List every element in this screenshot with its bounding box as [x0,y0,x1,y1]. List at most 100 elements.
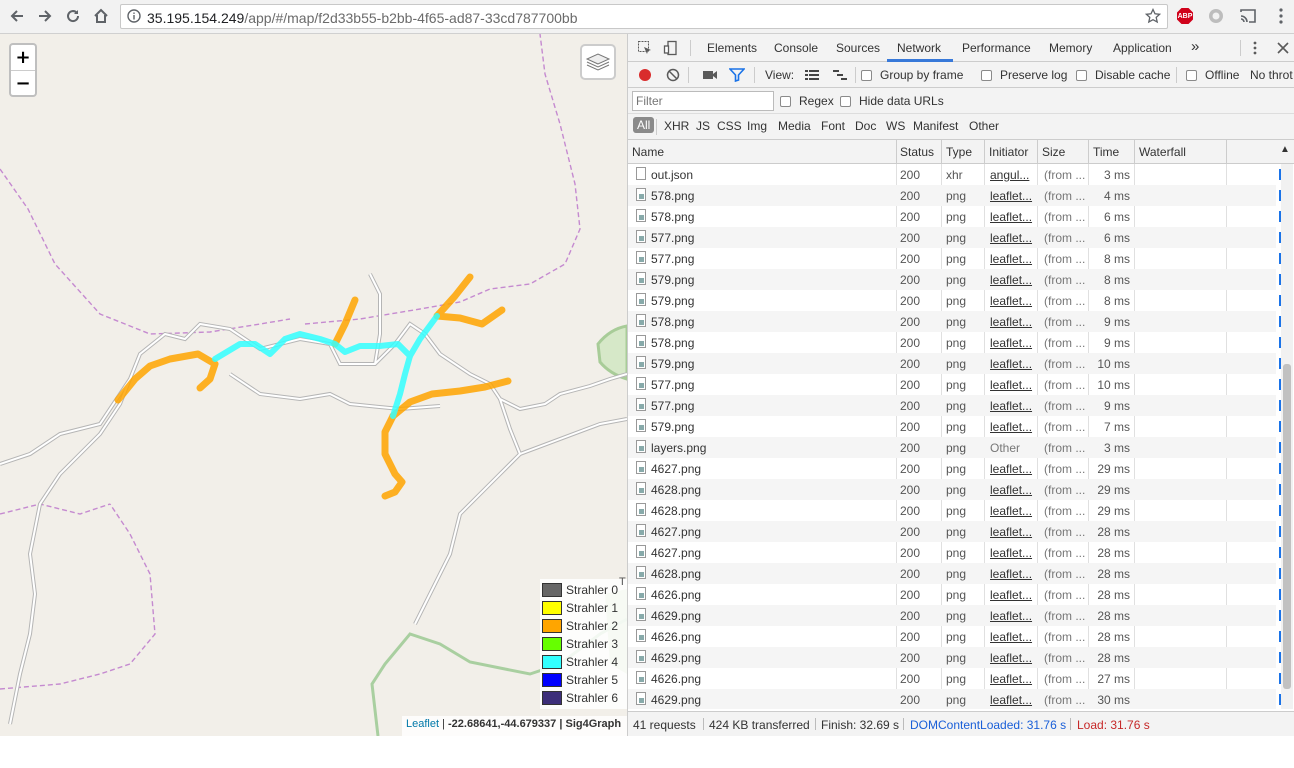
disable-cache-toggle[interactable]: Disable cache [1076,68,1170,82]
tab-performance[interactable]: Performance [962,41,1031,55]
request-row[interactable]: 4629.png 200 png leaflet... (from ... 28 ms [628,605,1281,626]
type-filter-ws[interactable]: WS [886,119,905,133]
request-initiator[interactable]: leaflet... [990,294,1036,308]
column-header-initiator[interactable]: Initiator [989,145,1028,159]
checkbox[interactable] [840,95,851,107]
request-initiator[interactable]: leaflet... [990,672,1036,686]
request-initiator[interactable]: leaflet... [990,462,1036,476]
offline-toggle[interactable]: Offline [1186,68,1239,82]
request-initiator[interactable]: leaflet... [990,336,1036,350]
request-initiator[interactable]: leaflet... [990,210,1036,224]
request-initiator[interactable]: leaflet... [990,609,1036,623]
large-rows-button[interactable] [803,66,821,84]
info-icon[interactable] [127,9,141,26]
request-initiator[interactable]: leaflet... [990,189,1036,203]
request-initiator[interactable]: leaflet... [990,525,1036,539]
request-name[interactable]: 579.png [651,420,891,434]
request-row[interactable]: 4627.png 200 png leaflet... (from ... 28 ms [628,542,1281,563]
bookmark-star-icon[interactable] [1144,7,1162,27]
zoom-in-button[interactable]: + [11,45,35,70]
type-filter-manifest[interactable]: Manifest [913,119,958,133]
column-header-waterfall[interactable]: Waterfall [1139,145,1186,159]
request-name[interactable]: 4629.png [651,609,891,623]
sort-ascending-icon[interactable]: ▲ [1280,144,1290,155]
request-row[interactable]: 4626.png 200 png leaflet... (from ... 28 ms [628,626,1281,647]
request-row[interactable]: 4626.png 200 png leaflet... (from ... 28 ms [628,584,1281,605]
type-filter-xhr[interactable]: XHR [664,119,689,133]
preserve-log-toggle[interactable]: Preserve log [981,68,1067,82]
reload-button[interactable] [62,5,84,27]
request-name[interactable]: 4626.png [651,630,891,644]
request-row[interactable]: 578.png 200 png leaflet... (from ... 9 ms [628,332,1281,353]
type-filter-doc[interactable]: Doc [855,119,876,133]
request-initiator[interactable]: leaflet... [990,504,1036,518]
request-row[interactable]: 577.png 200 png leaflet... (from ... 10 ms [628,374,1281,395]
request-name[interactable]: 4628.png [651,483,891,497]
request-row[interactable]: 4628.png 200 png leaflet... (from ... 29 ms [628,479,1281,500]
request-row[interactable]: 579.png 200 png leaflet... (from ... 8 ms [628,269,1281,290]
request-name[interactable]: 4627.png [651,546,891,560]
request-name[interactable]: 579.png [651,273,891,287]
request-row[interactable]: layers.png 200 png Other (from ... 3 ms [628,437,1281,458]
request-name[interactable]: 578.png [651,336,891,350]
request-initiator[interactable]: leaflet... [990,399,1036,413]
zoom-out-button[interactable]: − [11,70,35,95]
request-row[interactable]: 4629.png 200 png leaflet... (from ... 30 ms [628,689,1281,709]
request-row[interactable]: 577.png 200 png leaflet... (from ... 6 ms [628,227,1281,248]
request-row[interactable]: 578.png 200 png leaflet... (from ... 4 ms [628,185,1281,206]
request-initiator[interactable]: leaflet... [990,567,1036,581]
adblock-extension-button[interactable]: ABP [1175,6,1195,26]
leaflet-link[interactable]: Leaflet [406,718,439,730]
browser-menu-button[interactable] [1271,6,1291,26]
request-name[interactable]: 4628.png [651,567,891,581]
request-initiator[interactable]: leaflet... [990,420,1036,434]
request-initiator[interactable]: leaflet... [990,651,1036,665]
throttling-select[interactable]: No throt [1250,68,1293,82]
column-header-status[interactable]: Status [900,145,934,159]
request-row[interactable]: 577.png 200 png leaflet... (from ... 8 ms [628,248,1281,269]
request-name[interactable]: out.json [651,168,891,182]
request-name[interactable]: 578.png [651,210,891,224]
request-row[interactable]: 4628.png 200 png leaflet... (from ... 29 ms [628,500,1281,521]
close-devtools-button[interactable] [1274,39,1292,57]
tab-application[interactable]: Application [1113,41,1172,55]
checkbox[interactable] [981,69,992,81]
request-row[interactable]: 4627.png 200 png leaflet... (from ... 28 ms [628,521,1281,542]
request-initiator[interactable]: leaflet... [990,630,1036,644]
type-filter-css[interactable]: CSS [717,119,742,133]
tab-network[interactable]: Network [897,41,941,55]
request-row[interactable]: 579.png 200 png leaflet... (from ... 10 ms [628,353,1281,374]
inspect-element-button[interactable] [636,39,654,57]
column-header-size[interactable]: Size [1042,145,1065,159]
request-row[interactable]: 578.png 200 png leaflet... (from ... 6 ms [628,206,1281,227]
filter-toggle-button[interactable] [728,66,746,84]
map-view[interactable]: + − Strahler 0 Strahler 1 Strahler 2 Str… [0,34,627,736]
column-header-name[interactable]: Name [632,145,664,159]
request-initiator[interactable]: leaflet... [990,546,1036,560]
request-row[interactable]: 4628.png 200 png leaflet... (from ... 28 ms [628,563,1281,584]
request-name[interactable]: 577.png [651,231,891,245]
request-initiator[interactable]: leaflet... [990,315,1036,329]
request-initiator[interactable]: leaflet... [990,252,1036,266]
device-toolbar-button[interactable] [662,39,680,57]
tab-console[interactable]: Console [774,41,818,55]
address-bar[interactable]: 35.195.154.249/app/#/map/f2d33b55-b2bb-4… [120,4,1168,29]
request-name[interactable]: 4626.png [651,588,891,602]
request-name[interactable]: 579.png [651,294,891,308]
request-name[interactable]: 578.png [651,315,891,329]
request-name[interactable]: layers.png [651,441,891,455]
request-initiator[interactable]: angul... [990,168,1036,182]
type-filter-js[interactable]: JS [696,119,710,133]
request-initiator[interactable]: leaflet... [990,231,1036,245]
column-header-time[interactable]: Time [1093,145,1119,159]
type-filter-img[interactable]: Img [747,119,767,133]
regex-toggle[interactable]: Regex [780,94,834,108]
tab-memory[interactable]: Memory [1049,41,1092,55]
column-header-type[interactable]: Type [946,145,972,159]
type-filter-all[interactable]: All [633,117,655,133]
home-button[interactable] [90,5,112,27]
tab-elements[interactable]: Elements [707,41,757,55]
request-name[interactable]: 4627.png [651,462,891,476]
filter-input[interactable] [632,91,774,111]
forward-button[interactable] [34,5,56,27]
